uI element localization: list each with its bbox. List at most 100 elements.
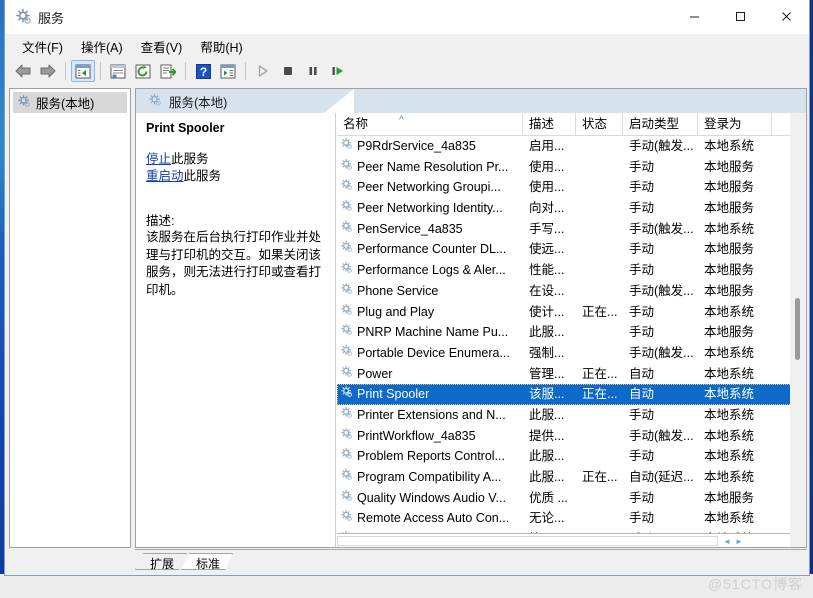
cell-name: Remote Access Auto Con... [337,508,523,529]
column-header-1[interactable]: 描述 [523,113,576,135]
vertical-scrollbar[interactable] [790,113,806,547]
help-icon[interactable]: ? [191,60,215,82]
cell-name: Peer Networking Identity... [337,198,523,219]
tab-extended[interactable]: 扩展 [135,553,187,570]
cell-desc: 使用... [529,180,565,195]
horizontal-scroll-thumb[interactable] [337,536,718,546]
service-name-label: Performance Counter DL... [357,242,507,257]
service-name-label: PenService_4a835 [357,221,463,236]
table-row[interactable]: Performance Logs & Aler... 性能... 手动 本地服务 [337,260,806,281]
cell-status [576,260,623,281]
table-row[interactable]: Performance Counter DL... 使远... 手动 本地服务 [337,239,806,260]
cell-name: Quality Windows Audio V... [337,488,523,509]
table-row[interactable]: Problem Reports Control... 此服... 手动 本地系统 [337,446,806,467]
service-gear-icon [340,446,353,467]
service-gear-icon [340,508,353,529]
tab-standard[interactable]: 标准 [181,553,233,570]
table-row[interactable]: Plug and Play 使计... 正在... 手动 本地系统 [337,302,806,323]
cell-desc: 使计... [529,304,565,319]
toolbar-separator [100,62,101,80]
table-row[interactable]: PNRP Machine Name Pu... 此服... 手动 本地服务 [337,322,806,343]
service-gear-icon [340,281,353,302]
back-icon[interactable] [11,60,35,82]
cell-status: 正在... [582,304,618,319]
stop-service-link[interactable]: 停止 [146,152,171,166]
column-header-0[interactable]: 名称 ^ [337,113,523,135]
cell-logon: 本地服务 [704,180,755,195]
pause-service-icon[interactable] [301,60,325,82]
column-header-3[interactable]: 启动类型 [623,113,698,135]
cell-status [576,157,623,178]
service-gear-icon [340,136,353,157]
sort-ascending-icon: ^ [399,115,404,126]
menu-view[interactable]: 查看(V) [132,34,192,59]
cell-status [576,239,623,260]
table-row[interactable]: Remote Access Auto Con... 无论... 手动 本地系统 [337,508,806,529]
cell-status: 正在... [582,470,618,484]
toolbar-separator [65,62,66,80]
properties-icon[interactable] [106,60,130,82]
show-hide-tree-icon[interactable] [71,60,95,82]
cell-desc: 优质 ... [529,490,568,505]
restart-service-link[interactable]: 重启动 [146,169,184,183]
cell-desc: 向对... [529,201,565,216]
table-row[interactable]: Peer Name Resolution Pr... 使用... 手动 本地服务 [337,157,806,178]
start-service-icon[interactable] [251,60,275,82]
service-gear-icon [340,384,353,405]
cell-status [576,508,623,529]
service-name-label: Remote Access Auto Con... [357,511,510,526]
cell-logon: 本地系统 [704,139,755,153]
service-gear-icon [340,405,353,426]
minimize-button[interactable] [671,0,717,33]
column-header-4[interactable]: 登录为 [698,113,772,135]
scroll-left-arrow-icon[interactable]: ◄ [723,537,731,546]
cell-name: PrintWorkflow_4a835 [337,426,523,447]
cell-status [576,177,623,198]
sidebar-item-label: 服务(本地) [36,97,95,111]
export-list-icon[interactable] [156,60,180,82]
cell-status [576,343,623,364]
table-row[interactable]: Power 管理... 正在... 自动 本地系统 [337,364,806,385]
menu-help[interactable]: 帮助(H) [191,34,251,59]
console-view-icon[interactable] [216,60,240,82]
table-row[interactable]: Program Compatibility A... 此服... 正在... 自动(延… [337,467,806,488]
cell-name: Problem Reports Control... [337,446,523,467]
forward-icon[interactable] [36,60,60,82]
close-button[interactable] [763,0,809,33]
service-gear-icon [340,219,353,240]
refresh-icon[interactable] [131,60,155,82]
table-row[interactable]: Quality Windows Audio V... 优质 ... 手动 本地服务 [337,488,806,509]
cell-desc: 此服... [529,407,565,422]
cell-name: Printer Extensions and N... [337,405,523,426]
service-name-label: Print Spooler [357,387,430,402]
scroll-right-arrow-icon[interactable]: ► [735,537,743,546]
cell-status: 正在... [582,366,618,381]
table-row[interactable]: Print Spooler 该服... 正在... 自动 本地系统 [337,384,806,405]
cell-logon: 本地系统 [704,407,755,422]
column-header-2[interactable]: 状态 [576,113,623,135]
menu-file[interactable]: 文件(F) [13,34,72,59]
vertical-scroll-thumb[interactable] [795,298,800,360]
table-row[interactable]: PrintWorkflow_4a835 提供... 手动(触发... 本地系统 [337,426,806,447]
stop-service-icon[interactable] [276,60,300,82]
table-row[interactable]: PenService_4a835 手写... 手动(触发... 本地系统 [337,219,806,240]
table-row[interactable]: Peer Networking Identity... 向对... 手动 本地服务 [337,198,806,219]
cell-desc: 该服... [529,387,565,402]
cell-status [576,488,623,509]
sidebar-item-services-local[interactable]: 服务(本地) [13,92,127,113]
maximize-button[interactable] [717,0,763,33]
menu-action[interactable]: 操作(A) [72,34,132,59]
cell-logon: 本地系统 [704,304,755,319]
restart-service-icon[interactable] [326,60,350,82]
table-row[interactable]: Peer Networking Groupi... 使用... 手动 本地服务 [337,177,806,198]
table-row[interactable]: Printer Extensions and N... 此服... 手动 本地系统 [337,405,806,426]
table-row[interactable]: Portable Device Enumera... 强制... 手动(触发... 本… [337,343,806,364]
table-row[interactable]: P9RdrService_4a835 启用... 手动(触发... 本地系统 [337,136,806,157]
horizontal-scrollbar[interactable]: ◄ ► [337,533,792,547]
cell-logon: 本地服务 [704,159,755,174]
service-gear-icon [340,467,353,488]
table-row[interactable]: Phone Service 在设... 手动(触发... 本地服务 [337,281,806,302]
cell-name: Program Compatibility A... [337,467,523,488]
service-gear-icon [340,488,353,509]
cell-startup: 手动(触发... [629,345,694,360]
